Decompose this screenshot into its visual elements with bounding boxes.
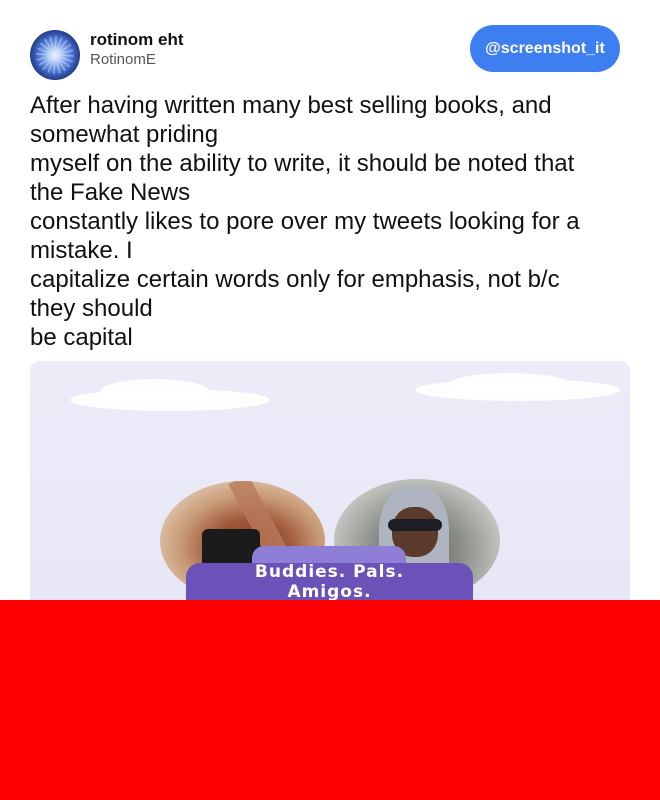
tweet-line: they should — [30, 295, 153, 322]
tweet-media-image[interactable]: Buddies. Pals. Amigos. — [30, 361, 630, 621]
screenshot-it-button[interactable]: @screenshot_it — [470, 25, 620, 72]
banner-line: Amigos. — [287, 582, 372, 602]
tweet-line: be capital — [30, 324, 133, 351]
banner-text: Buddies. Pals. Amigos. — [186, 562, 473, 602]
tweet-line: capitalize certain words only for emphas… — [30, 266, 560, 293]
tweet-line: constantly likes to pore over my tweets … — [30, 208, 580, 235]
author-avatar[interactable] — [30, 30, 80, 80]
author-name[interactable]: rotinom eht — [90, 30, 184, 50]
red-overlay — [0, 600, 660, 800]
tweet-line: mistake. I — [30, 237, 133, 264]
tweet-line: myself on the ability to write, it shoul… — [30, 150, 575, 177]
tweet-line: somewhat priding — [30, 121, 219, 148]
sunglasses-icon — [388, 519, 442, 531]
tweet-text: After having written many best selling b… — [30, 91, 630, 352]
cloud-shape — [100, 379, 210, 405]
cloud-shape — [450, 373, 570, 395]
tweet-card: rotinom eht RotinomE @screenshot_it Afte… — [0, 0, 660, 800]
author-handle[interactable]: RotinomE — [90, 51, 156, 68]
banner-line: Buddies. Pals. — [254, 562, 405, 582]
tweet-line: After having written many best selling b… — [30, 92, 552, 119]
tweet-line: the Fake News — [30, 179, 191, 206]
